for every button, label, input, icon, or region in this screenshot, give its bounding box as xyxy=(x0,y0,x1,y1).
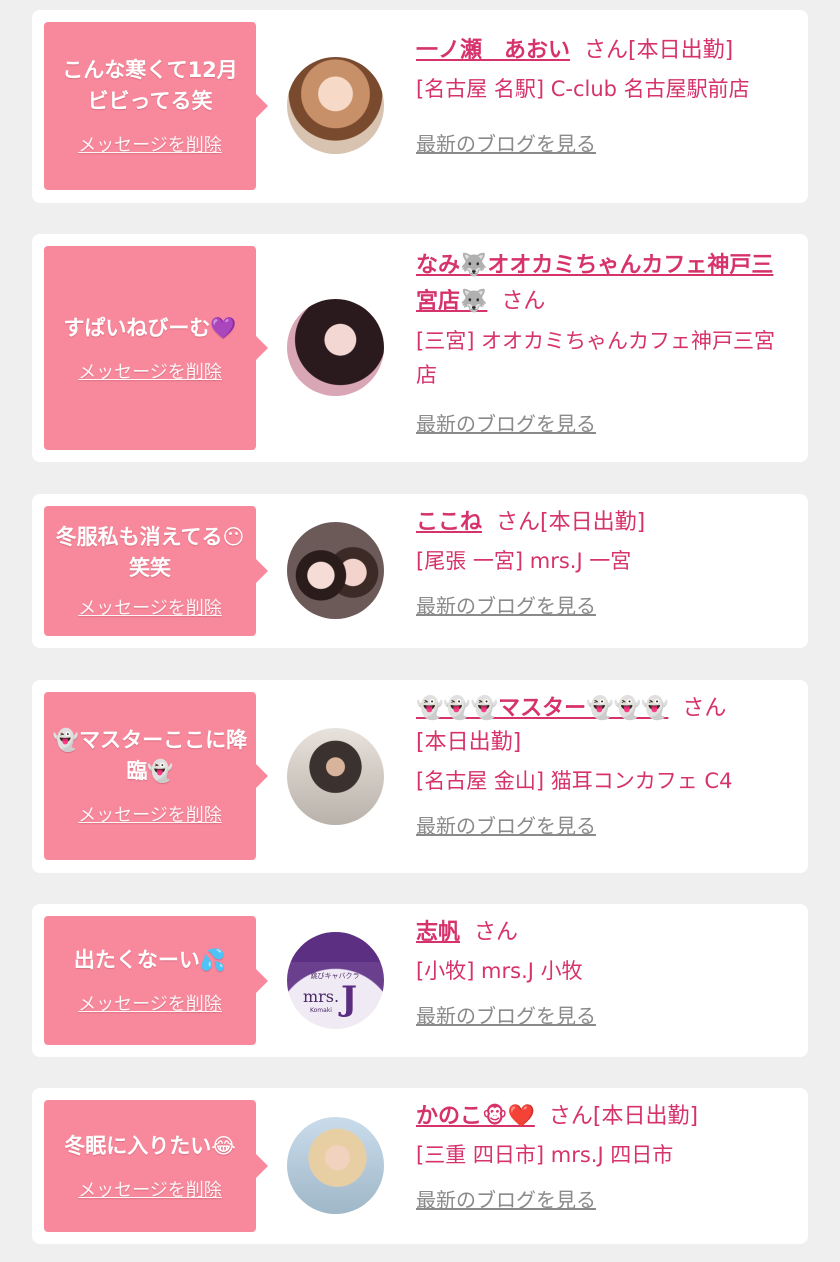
status-badge: [本日出勤] xyxy=(592,1104,699,1129)
delete-message-link[interactable]: メッセージを削除 xyxy=(78,131,222,157)
shop-logo-avatar[interactable]: 跳びキャバクラ mrs. J Komaki xyxy=(287,932,384,1029)
logo-letter-text: J xyxy=(338,979,357,1019)
message-bubble: すぱいねびーむ💜 メッセージを削除 xyxy=(44,246,268,450)
blog-link[interactable]: 最新のブログを見る xyxy=(416,810,596,839)
message-card: 冬眠に入りたい😂 メッセージを削除 かのこ🐵❤️ さん[本日出勤] [三重 四日市… xyxy=(32,1088,808,1244)
message-text: 冬服私も消えてる😶笑笑 xyxy=(55,525,245,580)
blog-link[interactable]: 最新のブログを見る xyxy=(416,128,596,157)
shop-name: [名古屋 金山] 猫耳コンカフェ C4 xyxy=(416,769,733,793)
cast-name-link[interactable]: 志帆 xyxy=(416,920,460,945)
mrs-j-logo-icon: 跳びキャバクラ mrs. J Komaki xyxy=(287,932,384,1019)
delete-message-link[interactable]: メッセージを削除 xyxy=(78,1176,222,1202)
cast-info: 👻👻👻マスター👻👻👻 さん [本日出勤] [名古屋 金山] 猫耳コンカフェ C4 最… xyxy=(416,692,794,839)
message-bubble: こんな寒くて12月ビビってる笑 メッセージを削除 xyxy=(44,22,268,190)
blog-link[interactable]: 最新のブログを見る xyxy=(416,408,596,437)
message-card: 👻マスターここに降臨👻 メッセージを削除 👻👻👻マスター👻👻👻 さん [本日出勤] … xyxy=(32,680,808,873)
message-text: こんな寒くて12月ビビってる笑 xyxy=(62,58,238,113)
name-line: 志帆 さん xyxy=(416,916,794,950)
delete-message-link[interactable]: メッセージを削除 xyxy=(78,358,222,384)
shop-name: [三宮] オオカミちゃんカフェ神戸三宮店 xyxy=(416,329,776,387)
name-line: なみ🐺オオカミちゃんカフェ神戸三宮店🐺 さん xyxy=(416,248,794,320)
message-card: こんな寒くて12月ビビってる笑 メッセージを削除 一ノ瀬 あおい さん[本日出勤]… xyxy=(32,10,808,203)
avatar[interactable] xyxy=(287,1117,384,1214)
cast-info: 一ノ瀬 あおい さん[本日出勤] [名古屋 名駅] C-club 名古屋駅前店 最… xyxy=(416,34,794,157)
delete-message-link[interactable]: メッセージを削除 xyxy=(78,801,222,827)
status-badge: [本日出勤] xyxy=(628,38,734,63)
cast-name-link[interactable]: なみ🐺オオカミちゃんカフェ神戸三宮店🐺 xyxy=(416,253,773,314)
blog-link[interactable]: 最新のブログを見る xyxy=(416,590,596,619)
honorific: さん xyxy=(682,696,727,721)
status-badge: [本日出勤] xyxy=(540,510,646,535)
name-line: 👻👻👻マスター👻👻👻 さん [本日出勤] xyxy=(416,692,794,760)
blog-link[interactable]: 最新のブログを見る xyxy=(416,1000,596,1029)
honorific: さん xyxy=(501,289,546,314)
message-list: こんな寒くて12月ビビってる笑 メッセージを削除 一ノ瀬 あおい さん[本日出勤]… xyxy=(0,0,840,1262)
message-text: 👻マスターここに降臨👻 xyxy=(52,728,248,783)
message-card: 出たくなーい💦 メッセージを削除 跳びキャバクラ mrs. J Komaki 志… xyxy=(32,904,808,1057)
message-text: 冬眠に入りたい😂 xyxy=(64,1133,236,1158)
honorific: さん xyxy=(548,1104,593,1129)
shop-name: [小牧] mrs.J 小牧 xyxy=(416,959,583,983)
blog-link[interactable]: 最新のブログを見る xyxy=(416,1184,596,1213)
avatar[interactable] xyxy=(287,728,384,825)
delete-message-link[interactable]: メッセージを削除 xyxy=(78,990,222,1016)
message-text: すぱいねびーむ💜 xyxy=(63,315,237,340)
message-bubble: 冬服私も消えてる😶笑笑 メッセージを削除 xyxy=(44,506,268,636)
cast-info: ここね さん[本日出勤] [尾張 一宮] mrs.J 一宮 最新のブログを見る xyxy=(416,506,794,619)
cast-info: 志帆 さん [小牧] mrs.J 小牧 最新のブログを見る xyxy=(416,916,794,1029)
message-bubble: 冬眠に入りたい😂 メッセージを削除 xyxy=(44,1100,268,1232)
status-badge: [本日出勤] xyxy=(416,730,522,755)
name-line: 一ノ瀬 あおい さん[本日出勤] xyxy=(416,34,794,68)
cast-name-link[interactable]: 👻👻👻マスター👻👻👻 xyxy=(416,696,668,721)
message-text: 出たくなーい💦 xyxy=(73,948,227,972)
avatar[interactable] xyxy=(287,57,384,154)
shop-name: [三重 四日市] mrs.J 四日市 xyxy=(416,1143,674,1167)
message-bubble: 👻マスターここに降臨👻 メッセージを削除 xyxy=(44,692,268,860)
honorific: さん xyxy=(474,920,519,945)
cast-info: なみ🐺オオカミちゃんカフェ神戸三宮店🐺 さん [三宮] オオカミちゃんカフェ神戸三… xyxy=(416,248,794,437)
cast-name-link[interactable]: ここね xyxy=(416,510,482,535)
cast-name-link[interactable]: 一ノ瀬 あおい xyxy=(416,38,570,63)
avatar[interactable] xyxy=(287,299,384,396)
message-card: 冬服私も消えてる😶笑笑 メッセージを削除 ここね さん[本日出勤] [尾張 一宮]… xyxy=(32,494,808,648)
shop-name: [名古屋 名駅] C-club 名古屋駅前店 xyxy=(416,77,750,101)
honorific: さん xyxy=(496,510,541,535)
cast-name-link[interactable]: かのこ🐵❤️ xyxy=(416,1104,535,1129)
honorific: さん xyxy=(584,38,629,63)
avatar[interactable] xyxy=(287,522,384,619)
shop-name: [尾張 一宮] mrs.J 一宮 xyxy=(416,549,632,573)
logo-mark-text: mrs. xyxy=(303,987,339,1006)
logo-sub-text: Komaki xyxy=(310,1007,332,1014)
message-card: すぱいねびーむ💜 メッセージを削除 なみ🐺オオカミちゃんカフェ神戸三宮店🐺 さん … xyxy=(32,234,808,462)
delete-message-link[interactable]: メッセージを削除 xyxy=(78,594,222,620)
name-line: かのこ🐵❤️ さん[本日出勤] xyxy=(416,1100,794,1134)
cast-info: かのこ🐵❤️ さん[本日出勤] [三重 四日市] mrs.J 四日市 最新のブログ… xyxy=(416,1100,794,1213)
message-bubble: 出たくなーい💦 メッセージを削除 xyxy=(44,916,268,1045)
name-line: ここね さん[本日出勤] xyxy=(416,506,794,540)
